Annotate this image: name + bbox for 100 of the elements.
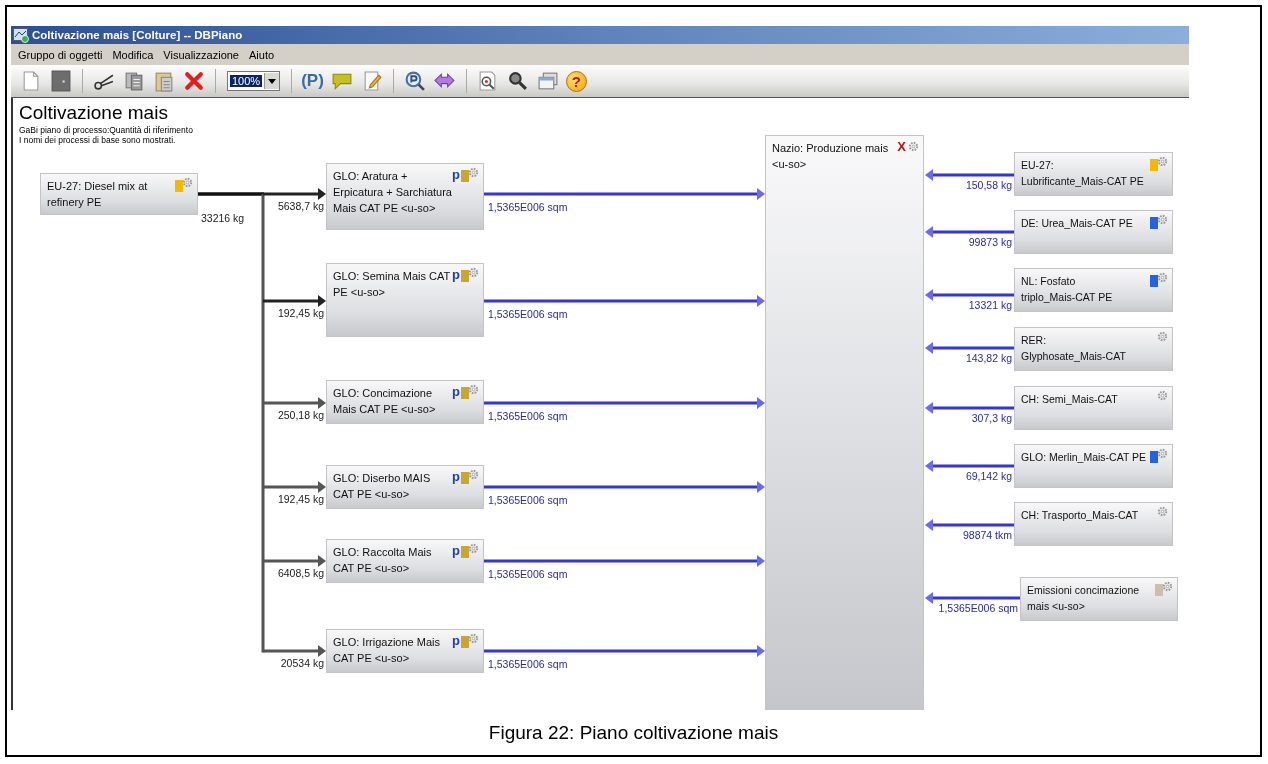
plan-marker: p bbox=[452, 633, 460, 648]
help-button[interactable]: ? bbox=[565, 70, 587, 92]
gear-icon bbox=[468, 384, 479, 395]
save-icon[interactable] bbox=[49, 69, 73, 93]
process-box[interactable]: NL: Fosfato triplo_Mais-CAT PE bbox=[1014, 268, 1173, 312]
process-label: CH: Semi_Mais-CAT bbox=[1021, 392, 1119, 407]
flow-amount: 1,5365E006 sqm bbox=[488, 568, 568, 581]
flow-arrow bbox=[263, 188, 326, 200]
zoom-dropdown[interactable]: 100% bbox=[227, 71, 281, 91]
flow-amount: 1,5365E006 sqm bbox=[488, 494, 568, 507]
flow-amount: 1,5365E006 sqm bbox=[488, 658, 568, 671]
process-box[interactable]: EU-27: Diesel mix at refinery PE bbox=[40, 173, 198, 215]
copy-icon[interactable] bbox=[122, 69, 146, 93]
process-box[interactable]: CH: Trasporto_Mais-CAT bbox=[1014, 502, 1173, 546]
flow-amount: 143,82 kg bbox=[965, 352, 1012, 365]
flow-arrow bbox=[263, 645, 326, 657]
gear-icon bbox=[1157, 506, 1168, 517]
process-box[interactable]: RER: Glyphosate_Mais-CAT bbox=[1014, 327, 1173, 371]
gear-icon bbox=[1157, 331, 1168, 342]
process-label: GLO: Semina Mais CAT PE <u-so> bbox=[333, 269, 451, 300]
plan-info-text: I nomi dei processi di base sono mostrati. bbox=[19, 135, 176, 145]
process-box[interactable]: CH: Semi_Mais-CAT bbox=[1014, 386, 1173, 430]
plan-marker: p bbox=[452, 543, 460, 558]
plan-info-text: GaBi piano di processo:Quantità di riferimento bbox=[19, 125, 193, 135]
flow-amount: 192,45 kg bbox=[277, 493, 324, 506]
process-label: NL: Fosfato triplo_Mais-CAT PE bbox=[1021, 274, 1114, 305]
process-label: GLO: Concimazione Mais CAT PE <u-so> bbox=[333, 386, 437, 417]
flow-amount: 5638,7 kg bbox=[277, 200, 324, 213]
process-label: GLO: Merlin_Mais-CAT PE bbox=[1021, 450, 1148, 465]
plan-title: Coltivazione mais bbox=[19, 103, 168, 123]
gear-icon bbox=[1157, 390, 1168, 401]
gear-icon bbox=[1157, 272, 1168, 283]
plan-marker: p bbox=[452, 384, 460, 399]
process-label: CH: Trasporto_Mais-CAT bbox=[1021, 508, 1140, 523]
flow-amount: 20534 kg bbox=[280, 657, 324, 670]
gear-icon bbox=[468, 267, 479, 278]
windows-icon[interactable] bbox=[535, 69, 560, 93]
window-title: Coltivazione mais [Colture] -- DBPiano bbox=[32, 29, 243, 41]
menu-item[interactable]: Modifica bbox=[107, 48, 159, 61]
gear-icon bbox=[1157, 214, 1168, 225]
plan-marker: p bbox=[452, 469, 460, 484]
gear-icon bbox=[468, 543, 479, 554]
plan-marker: p bbox=[452, 167, 460, 182]
process-label: GLO: Diserbo MAIS CAT PE <u-so> bbox=[333, 471, 432, 502]
plan-marker: p bbox=[452, 267, 460, 282]
menu-item[interactable]: Gruppo di oggetti bbox=[13, 48, 108, 61]
flow-amount: 6408,5 kg bbox=[277, 567, 324, 580]
app-icon bbox=[13, 27, 29, 43]
figure-caption: Figura 22: Piano coltivazione mais bbox=[488, 722, 779, 744]
flow-amount: 192,45 kg bbox=[277, 307, 324, 320]
process-label: Emissioni concimazione mais <u-so> bbox=[1027, 583, 1141, 614]
flow-amount: 69,142 kg bbox=[965, 470, 1012, 483]
process-label: DE: Urea_Mais-CAT PE bbox=[1021, 216, 1134, 231]
flow-amount: 1,5365E006 sqm bbox=[488, 201, 568, 214]
flow-amount: 1,5365E006 sqm bbox=[938, 602, 1018, 615]
flow-amount: 13321 kg bbox=[968, 299, 1012, 312]
process-box[interactable]: EU-27: Lubrificante_Mais-CAT PE bbox=[1014, 152, 1173, 196]
process-label: RER: Glyphosate_Mais-CAT bbox=[1021, 333, 1127, 364]
gear-icon bbox=[468, 633, 479, 644]
process-box[interactable]: GLO: Raccolta Mais CAT PE <u-so> p bbox=[326, 539, 484, 583]
menu-item[interactable]: Aiuto bbox=[244, 48, 280, 61]
process-box[interactable]: GLO: Merlin_Mais-CAT PE bbox=[1014, 444, 1173, 488]
process-box[interactable]: DE: Urea_Mais-CAT PE bbox=[1014, 210, 1173, 254]
process-box[interactable]: Nazio: Produzione mais <u-so> X bbox=[765, 135, 924, 710]
flow-arrow bbox=[263, 555, 326, 567]
flow-amount: 150,58 kg bbox=[965, 179, 1012, 192]
flow-arrow bbox=[263, 481, 326, 493]
reference-marker: X bbox=[897, 139, 906, 154]
clipboard-icon[interactable] bbox=[152, 69, 176, 93]
flow-amount: 250,18 kg bbox=[277, 409, 324, 422]
flow-amount: 98874 tkm bbox=[962, 529, 1012, 542]
delete-icon[interactable] bbox=[182, 69, 206, 93]
process-label: EU-27: Diesel mix at refinery PE bbox=[47, 179, 149, 210]
process-box[interactable]: GLO: Irrigazione Mais CAT PE <u-so> p bbox=[326, 629, 484, 673]
gear-icon bbox=[468, 469, 479, 480]
flow-arrow bbox=[263, 397, 326, 409]
flow-amount: 33216 kg bbox=[201, 212, 245, 225]
process-box[interactable]: Emissioni concimazione mais <u-so> bbox=[1020, 577, 1178, 621]
gear-icon bbox=[1157, 156, 1168, 167]
menu-item[interactable]: Visualizzazione bbox=[158, 48, 244, 61]
process-label: GLO: Raccolta Mais CAT PE <u-so> bbox=[333, 545, 433, 576]
process-box[interactable]: GLO: Semina Mais CAT PE <u-so> p bbox=[326, 263, 484, 337]
gear-icon bbox=[468, 167, 479, 178]
gear-icon bbox=[1162, 581, 1173, 592]
process-label: GLO: Irrigazione Mais CAT PE <u-so> bbox=[333, 635, 441, 666]
process-box[interactable]: GLO: Diserbo MAIS CAT PE <u-so> p bbox=[326, 465, 484, 509]
caret-icon bbox=[268, 78, 277, 84]
flow-amount: 1,5365E006 sqm bbox=[488, 410, 568, 423]
flow-amount: 1,5365E006 sqm bbox=[488, 308, 568, 321]
parameter-button[interactable]: (P) bbox=[301, 69, 324, 93]
process-label: EU-27: Lubrificante_Mais-CAT PE bbox=[1021, 158, 1145, 189]
process-box[interactable]: GLO: Concimazione Mais CAT PE <u-so> p bbox=[326, 380, 484, 424]
process-box[interactable]: GLO: Aratura + Erpicatura + Sarchiatura Mais CAT PE <u-so> p bbox=[326, 163, 484, 230]
gear-icon bbox=[182, 177, 193, 188]
process-label: GLO: Aratura + Erpicatura + Sarchiatura Mais CAT PE <u-so> bbox=[333, 169, 453, 216]
flow-amount: 307,3 kg bbox=[971, 412, 1012, 425]
gear-icon bbox=[908, 141, 919, 152]
flow-arrow bbox=[263, 295, 326, 307]
process-label: Nazio: Produzione mais <u-so> bbox=[772, 141, 890, 172]
gear-icon bbox=[1157, 448, 1168, 459]
